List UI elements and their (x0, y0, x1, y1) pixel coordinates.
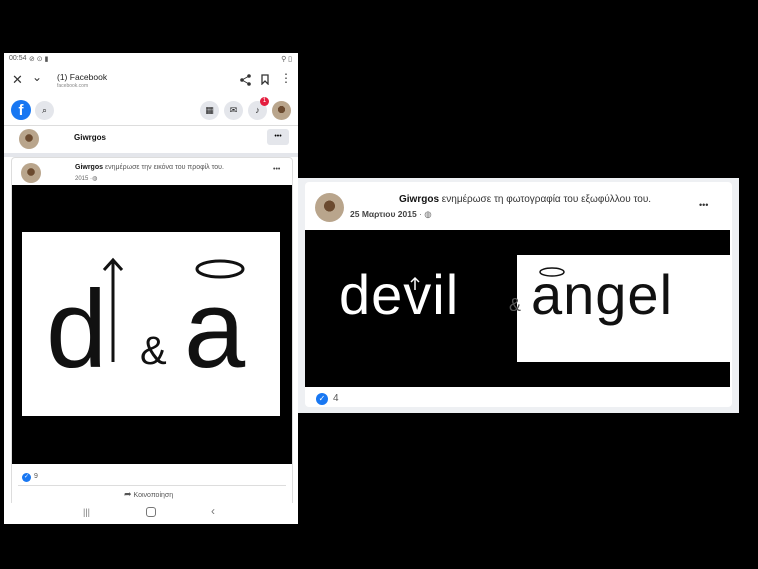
logo-letter-a: a (184, 268, 246, 391)
chevron-down-icon[interactable]: ⌄ (32, 71, 42, 84)
close-icon[interactable]: ✕ (12, 73, 23, 86)
home-icon[interactable] (146, 507, 156, 517)
post-action: ενημέρωσε την εικόνα του προφίλ του. (104, 164, 224, 171)
halo-icon (539, 267, 565, 277)
share-icon[interactable] (240, 74, 251, 86)
facebook-header: f ⌕ ▦ ✉ ♪ 1 (4, 95, 298, 126)
post-date[interactable]: 25 Μαρτιου 2015 (350, 209, 417, 219)
post-card: Giwrgos ενημέρωσε την εικόνα του προφίλ … (11, 157, 293, 507)
facebook-logo-icon[interactable]: f (11, 100, 31, 120)
browser-toolbar: ✕ ⌄ (1) Facebook facebook.com ⋮ (4, 65, 298, 95)
logo-image: d & a (22, 232, 280, 416)
logo-ampersand: & (140, 329, 167, 373)
recent-apps-icon[interactable]: ||| (83, 507, 90, 517)
post-action: ενημέρωσε τη φωτογραφία του εξωφύλλου το… (441, 194, 652, 205)
cover-photo[interactable]: devil & angel (305, 230, 730, 387)
notification-badge: 1 (260, 97, 269, 106)
tab-title: (1) Facebook (57, 72, 108, 82)
account-avatar[interactable] (272, 101, 291, 120)
phone-screenshot: 00:54 ⊘ ⊙ ▮ ⚲ ▯ ✕ ⌄ (1) Facebook faceboo… (4, 53, 298, 524)
post-image[interactable]: d & a (12, 185, 292, 464)
more-icon[interactable]: ••• (273, 166, 280, 173)
messenger-icon[interactable]: ✉ (224, 101, 243, 120)
like-icon[interactable]: ✓ (22, 473, 31, 482)
logo-letter-d: d (46, 268, 108, 391)
divider (18, 485, 286, 486)
post-author[interactable]: Giwrgos (399, 194, 439, 205)
like-count[interactable]: 4 (333, 393, 339, 404)
post-date[interactable]: 2015 (75, 176, 88, 182)
android-nav-bar: ||| ‹ (4, 503, 298, 524)
cover-word-devil: devil (339, 263, 460, 326)
arrow-up-icon (410, 276, 420, 290)
globe-icon: ·◍ (90, 176, 98, 182)
desktop-post-screenshot: Giwrgos ενημέρωσε τη φωτογραφία του εξωφ… (298, 178, 739, 413)
share-arrow-icon: ➦ (124, 489, 132, 499)
status-right-icons: ⚲ ▯ (281, 56, 292, 63)
avatar[interactable] (19, 129, 39, 149)
menu-grid-icon[interactable]: ▦ (200, 101, 219, 120)
profile-name[interactable]: Giwrgos (74, 133, 106, 142)
tab-url: facebook.com (57, 83, 89, 89)
more-icon[interactable]: ••• (267, 129, 289, 145)
share-label: Κοινοποίηση (133, 492, 174, 499)
like-count[interactable]: 9 (34, 473, 38, 480)
bookmark-icon[interactable] (261, 74, 269, 85)
avatar[interactable] (21, 163, 41, 183)
more-vert-icon[interactable]: ⋮ (280, 72, 292, 85)
avatar[interactable] (315, 193, 344, 222)
cover-ampersand: & (509, 295, 522, 315)
share-button[interactable]: ➦ Κοινοποίηση (124, 489, 173, 500)
more-icon[interactable]: ••• (699, 200, 708, 210)
status-icons: ⊘ ⊙ ▮ (29, 56, 49, 63)
back-icon[interactable]: ‹ (211, 504, 215, 518)
status-time: 00:54 (9, 55, 27, 62)
search-icon[interactable]: ⌕ (35, 101, 54, 120)
globe-icon: · ◍ (419, 209, 432, 219)
post-author[interactable]: Giwrgos (75, 164, 103, 171)
post-card: Giwrgos ενημέρωσε τη φωτογραφία του εξωφ… (305, 182, 732, 407)
status-bar: 00:54 ⊘ ⊙ ▮ ⚲ ▯ (4, 53, 298, 65)
profile-bar: Giwrgos ••• (4, 125, 298, 157)
like-icon[interactable]: ✓ (316, 393, 328, 405)
